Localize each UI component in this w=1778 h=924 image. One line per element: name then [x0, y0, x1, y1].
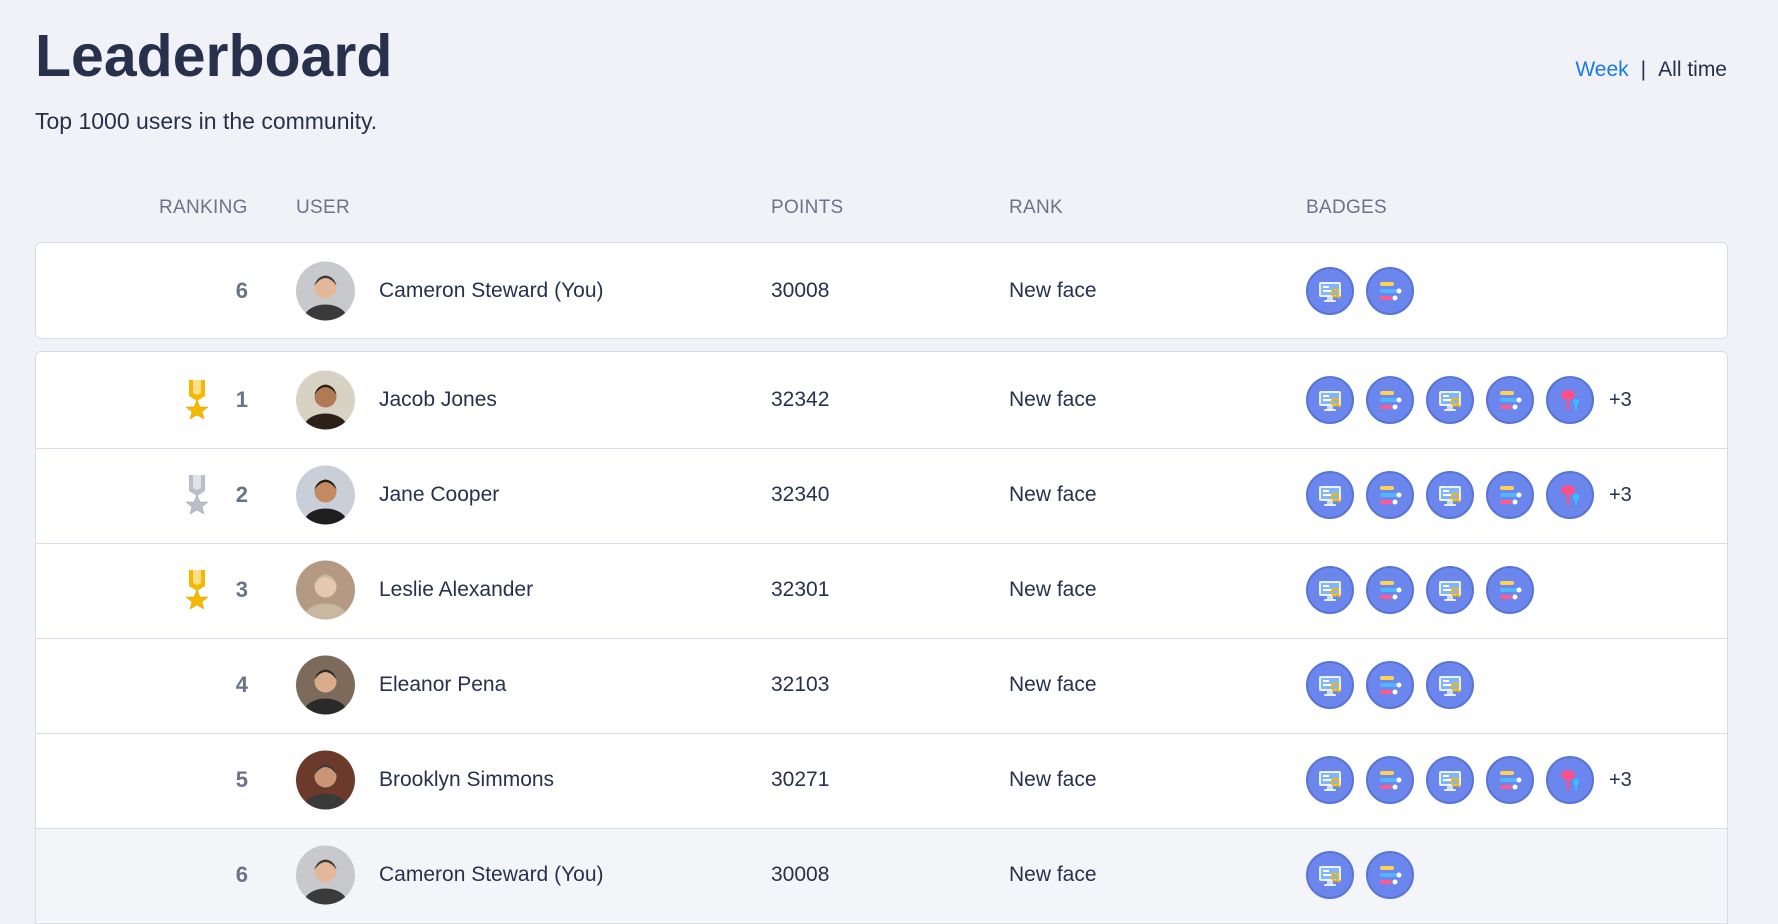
user-points: 32342: [771, 388, 830, 411]
monitor-chart-icon[interactable]: [1306, 267, 1354, 315]
monitor-chart-icon[interactable]: [1426, 376, 1474, 424]
avatar[interactable]: [296, 465, 355, 525]
leaderboard-page: Leaderboard Top 1000 users in the commun…: [0, 0, 1778, 924]
row-divider: [36, 448, 1727, 449]
leaderboard-row[interactable]: 6 Cameron Steward (You) 30008 New face: [0, 244, 1778, 338]
pushpin-icon[interactable]: [1546, 471, 1594, 519]
toggle-list-icon[interactable]: [1366, 376, 1414, 424]
avatar[interactable]: [296, 655, 355, 715]
page-subtitle: Top 1000 users in the community.: [35, 108, 378, 134]
toggle-list-icon[interactable]: [1366, 661, 1414, 709]
toggle-list-icon[interactable]: [1486, 471, 1534, 519]
more-badges-count[interactable]: +3: [1609, 484, 1632, 507]
row-divider: [36, 543, 1727, 544]
user-points: 32301: [771, 578, 830, 601]
row-divider: [36, 733, 1727, 734]
leaderboard-row[interactable]: 2 Jane Cooper 32340 New face +3: [0, 448, 1778, 542]
user-rank: New face: [1009, 483, 1097, 506]
ranking-number: 1: [235, 387, 248, 412]
leaderboard-row[interactable]: 5 Brooklyn Simmons 30271 New face +3: [0, 733, 1778, 827]
monitor-chart-icon[interactable]: [1306, 566, 1354, 614]
user-points: 32103: [771, 673, 830, 696]
user-name[interactable]: Jacob Jones: [379, 388, 497, 412]
filter-week-link[interactable]: Week: [1575, 58, 1628, 82]
badge-list: [1306, 851, 1414, 899]
row-divider: [36, 638, 1727, 639]
toggle-list-icon[interactable]: [1486, 566, 1534, 614]
pushpin-icon[interactable]: [1546, 756, 1594, 804]
monitor-chart-icon[interactable]: [1426, 471, 1474, 519]
ranking-number: 2: [235, 482, 248, 507]
toggle-list-icon[interactable]: [1366, 756, 1414, 804]
time-filter: Week | All time: [1575, 58, 1727, 82]
leaderboard-row[interactable]: 3 Leslie Alexander 32301 New face: [0, 543, 1778, 637]
badge-list: +3: [1306, 376, 1632, 424]
column-rank: RANK: [1009, 197, 1063, 218]
toggle-list-icon[interactable]: [1486, 756, 1534, 804]
monitor-chart-icon[interactable]: [1306, 756, 1354, 804]
user-rank: New face: [1009, 863, 1097, 886]
user-name[interactable]: Eleanor Pena: [379, 673, 506, 697]
user-name[interactable]: Brooklyn Simmons: [379, 768, 554, 792]
avatar[interactable]: [296, 560, 355, 620]
user-rank: New face: [1009, 768, 1097, 791]
badge-list: [1306, 267, 1414, 315]
leaderboard-row[interactable]: 6 Cameron Steward (You) 30008 New face: [36, 828, 1727, 922]
leaderboard-row[interactable]: 1 Jacob Jones 32342 New face +3: [0, 353, 1778, 447]
monitor-chart-icon[interactable]: [1306, 661, 1354, 709]
monitor-chart-icon[interactable]: [1426, 661, 1474, 709]
leaderboard-row[interactable]: 4 Eleanor Pena 32103 New face: [0, 638, 1778, 732]
page-title: Leaderboard: [35, 23, 393, 89]
ranking-number: 6: [235, 278, 248, 303]
user-points: 30008: [771, 279, 830, 302]
row-divider: [36, 828, 1727, 829]
user-points: 30271: [771, 768, 830, 791]
user-rank: New face: [1009, 673, 1097, 696]
user-name[interactable]: Leslie Alexander: [379, 578, 533, 602]
more-badges-count[interactable]: +3: [1609, 389, 1632, 412]
badge-list: [1306, 566, 1534, 614]
toggle-list-icon[interactable]: [1366, 851, 1414, 899]
user-name[interactable]: Cameron Steward (You): [379, 279, 604, 303]
monitor-chart-icon[interactable]: [1306, 471, 1354, 519]
badge-list: +3: [1306, 471, 1632, 519]
toggle-list-icon[interactable]: [1366, 471, 1414, 519]
ranking-number: 5: [235, 767, 248, 792]
user-points: 32340: [771, 483, 830, 506]
column-badges: BADGES: [1306, 197, 1387, 218]
monitor-chart-icon[interactable]: [1426, 756, 1474, 804]
monitor-chart-icon[interactable]: [1306, 376, 1354, 424]
user-name[interactable]: Cameron Steward (You): [379, 863, 604, 887]
ranking-number: 6: [235, 862, 248, 887]
user-rank: New face: [1009, 279, 1097, 302]
toggle-list-icon[interactable]: [1366, 267, 1414, 315]
column-ranking: RANKING: [159, 197, 248, 218]
badge-list: +3: [1306, 756, 1632, 804]
user-rank: New face: [1009, 388, 1097, 411]
column-user: USER: [296, 197, 350, 218]
column-points: POINTS: [771, 197, 844, 218]
monitor-chart-icon[interactable]: [1426, 566, 1474, 614]
avatar[interactable]: [296, 845, 355, 905]
toggle-list-icon[interactable]: [1366, 566, 1414, 614]
avatar[interactable]: [296, 261, 355, 321]
filter-separator: |: [1640, 58, 1647, 81]
badge-list: [1306, 661, 1474, 709]
filter-alltime-link[interactable]: All time: [1658, 58, 1727, 82]
ranking-number: 3: [235, 577, 248, 602]
avatar[interactable]: [296, 370, 355, 430]
user-rank: New face: [1009, 578, 1097, 601]
user-points: 30008: [771, 863, 830, 886]
ranking-number: 4: [235, 672, 248, 697]
pushpin-icon[interactable]: [1546, 376, 1594, 424]
avatar[interactable]: [296, 750, 355, 810]
user-name[interactable]: Jane Cooper: [379, 483, 499, 507]
more-badges-count[interactable]: +3: [1609, 769, 1632, 792]
monitor-chart-icon[interactable]: [1306, 851, 1354, 899]
toggle-list-icon[interactable]: [1486, 376, 1534, 424]
